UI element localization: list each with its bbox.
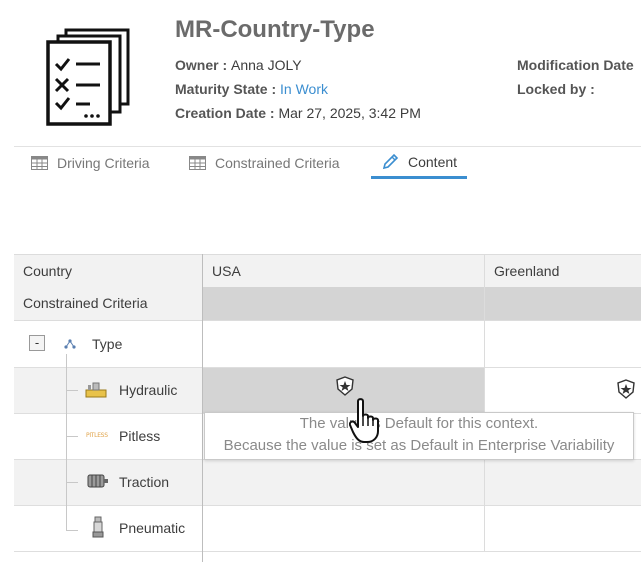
usa-constrained-cell [203, 287, 484, 320]
variability-icon [64, 339, 76, 349]
row-divider [14, 551, 641, 552]
table-row-traction: Traction [14, 459, 641, 505]
table-row-pneumatic: Pneumatic [14, 505, 641, 551]
traction-motor-icon [87, 474, 108, 488]
pitless-icon: PITLESS [86, 432, 108, 439]
grid-header-row: Country USA Greenland [14, 254, 641, 289]
column-divider [484, 254, 485, 551]
hydraulic-icon [85, 382, 107, 398]
tooltip-line-2: Because the value is set as Default in E… [223, 437, 615, 454]
hand-pointer-cursor-icon [349, 398, 379, 443]
tree-connector [66, 482, 78, 483]
pencil-icon [382, 153, 399, 169]
collapse-toggle[interactable]: - [29, 335, 45, 351]
default-value-tooltip: The value is Default for this context. B… [204, 412, 634, 460]
tab-bar: Driving Criteria Constrained Criteria Co… [14, 146, 641, 179]
row-divider [14, 505, 641, 506]
tree-connector [66, 354, 67, 531]
traction-label: Traction [119, 474, 170, 490]
type-group-label: Type [92, 336, 123, 352]
greenland-hydraulic-cell[interactable] [484, 367, 641, 413]
pitless-label: Pitless [119, 428, 161, 444]
table-row-hydraulic: Hydraulic [14, 367, 641, 413]
tree-connector [66, 390, 78, 391]
tab-content[interactable]: Content [371, 147, 468, 179]
tree-connector [66, 436, 78, 437]
greenland-constrained-cell [484, 287, 641, 320]
column-header-greenland[interactable]: Greenland [494, 263, 559, 279]
criteria-grid: Country USA Greenland Constrained Criter… [14, 254, 641, 562]
hydraulic-label: Hydraulic [119, 382, 178, 398]
pneumatic-icon [92, 516, 104, 538]
default-badge-icon [336, 376, 354, 396]
modification-date-label: Modification Date [517, 57, 634, 73]
column-header-country: Country [23, 263, 73, 279]
creation-date-field: Creation Date : Mar 27, 2025, 3:42 PM [175, 105, 421, 121]
creation-date-value: Mar 27, 2025, 3:42 PM [278, 105, 421, 121]
table-icon [189, 155, 206, 170]
default-badge-icon [617, 379, 635, 399]
usa-hydraulic-cell[interactable] [203, 367, 484, 413]
tab-driving-criteria[interactable]: Driving Criteria [31, 147, 150, 178]
tree-connector [66, 530, 78, 531]
document-stack-icon [44, 28, 132, 128]
type-group-row: - Type [14, 321, 641, 367]
maturity-state-link[interactable]: In Work [280, 81, 328, 97]
owner-value: Anna JOLY [231, 57, 302, 73]
table-icon [31, 155, 48, 170]
row-divider [14, 367, 641, 368]
tab-constrained-criteria[interactable]: Constrained Criteria [189, 147, 340, 178]
pneumatic-label: Pneumatic [119, 520, 186, 536]
page-title: MR-Country-Type [175, 16, 375, 43]
constrained-criteria-row: Constrained Criteria [14, 287, 641, 321]
locked-by-label: Locked by : [517, 81, 595, 97]
column-divider [202, 254, 203, 562]
column-header-usa[interactable]: USA [212, 263, 241, 279]
owner-field: Owner : Anna JOLY [175, 57, 302, 73]
maturity-field: Maturity State : In Work [175, 81, 328, 97]
constrained-criteria-label: Constrained Criteria [23, 295, 148, 311]
tooltip-line-1: The value is Default for this context. [299, 415, 539, 432]
